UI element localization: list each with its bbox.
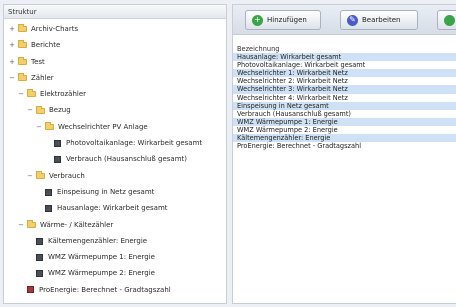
list-row[interactable]: Wechselrichter 4: Wirkarbeit Netz <box>233 94 456 102</box>
list-row[interactable]: Verbrauch (Hausanschluß gesamt) <box>233 110 456 118</box>
tree-node[interactable]: − Verbrauch <box>4 168 226 184</box>
list-header: Bezeichnung <box>237 45 280 53</box>
action-icon <box>444 14 455 26</box>
tree-node-label: Hausanlage: Wirkarbeit gesamt <box>57 204 168 213</box>
tree-node-label: Verbrauch (Hausanschluß gesamt) <box>66 155 188 164</box>
folder-icon <box>18 73 27 82</box>
tree-node[interactable]: ProEnergie: Berechnet - Gradtagszahl <box>4 282 226 298</box>
tree-node-label: Berichte <box>31 41 61 50</box>
counter-icon <box>54 156 61 164</box>
tree-node[interactable]: − Elektrozähler <box>4 86 226 102</box>
edit-button[interactable]: ✎ Bearbeiten <box>340 10 418 30</box>
add-button-label: Hinzufügen <box>267 16 307 24</box>
pencil-icon: ✎ <box>347 14 358 26</box>
folder-icon <box>36 105 45 114</box>
list-row[interactable]: Wechselrichter 2: Wirkarbeit Netz <box>233 77 456 85</box>
collapse-icon[interactable]: − <box>26 102 34 118</box>
tree-node-label: Photovoltaikanlage: Wirkarbeit gesamt <box>66 139 203 148</box>
expand-icon[interactable]: + <box>8 37 16 53</box>
list-row[interactable]: Einspeisung in Netz gesamt <box>233 101 456 110</box>
counter-icon <box>36 270 43 278</box>
tree-node[interactable]: Kältemengenzähler: Energie <box>4 233 226 249</box>
tree-node[interactable]: + Archiv-Charts <box>4 21 226 37</box>
content-panel: + Hinzufügen ✎ Bearbeiten Bezeichnung Ha… <box>232 4 456 304</box>
tree-node[interactable]: WMZ Wärmepumpe 2: Energie <box>4 265 226 281</box>
tree-node[interactable]: + Berichte <box>4 37 226 53</box>
tree-node-label: Archiv-Charts <box>31 25 79 33</box>
more-button[interactable] <box>437 10 456 30</box>
folder-icon <box>18 40 27 49</box>
list-row[interactable]: WMZ Wärmepumpe 2: Energie <box>233 126 456 134</box>
structure-tree: + Archiv-Charts + Berichte + Test − Zähler − Elek… <box>4 19 226 298</box>
tree-node-label: ProEnergie: Berechnet - Gradtagszahl <box>39 285 171 294</box>
counter-icon <box>45 188 52 196</box>
collapse-icon[interactable]: − <box>26 168 34 184</box>
counter-icon <box>54 139 61 147</box>
tree-node-label: Bezug <box>49 106 71 115</box>
collapse-icon[interactable]: − <box>17 86 25 102</box>
folder-icon <box>27 219 36 228</box>
list-row[interactable]: ProEnergie: Berechnet - Gradtagszahl <box>233 142 456 150</box>
tree-node-label: WMZ Wärmepumpe 1: Energie <box>48 253 155 262</box>
tree-node[interactable]: Einspeisung in Netz gesamt <box>4 184 226 200</box>
list-row[interactable]: Hausanlage: Wirkarbeit gesamt <box>233 53 456 62</box>
tree-node-label: WMZ Wärmepumpe 2: Energie <box>48 269 155 278</box>
counter-icon <box>36 237 43 245</box>
list-row[interactable]: Wechselrichter 3: Wirkarbeit Netz <box>233 85 456 94</box>
tree-node[interactable]: − Bezug <box>4 102 226 118</box>
list-row[interactable]: Kältemengenzähler: Energie <box>233 134 456 143</box>
add-button[interactable]: + Hinzufügen <box>245 10 321 30</box>
counter-icon <box>36 253 43 261</box>
tree-node[interactable]: WMZ Wärmepumpe 1: Energie <box>4 249 226 265</box>
folder-icon <box>27 89 36 98</box>
folder-icon <box>36 170 45 179</box>
folder-icon <box>18 56 27 65</box>
list-row[interactable]: Photovoltaikanlage: Wirkarbeit gesamt <box>233 61 456 69</box>
structure-panel: Struktur + Archiv-Charts + Berichte + Test − Zä… <box>3 4 227 304</box>
tree-node-label: Kältemengenzähler: Energie <box>48 236 148 245</box>
list-row[interactable]: Wechselrichter 1: Wirkarbeit Netz <box>233 69 456 78</box>
calculated-counter-icon <box>27 286 34 294</box>
structure-panel-header: Struktur <box>4 5 226 19</box>
tree-node-label: Elektrozähler <box>40 90 87 99</box>
edit-button-label: Bearbeiten <box>362 16 401 24</box>
tree-node[interactable]: − Wechselrichter PV Anlage <box>4 119 226 135</box>
expand-icon[interactable]: + <box>8 54 16 70</box>
expand-icon[interactable]: + <box>8 21 16 37</box>
tree-node[interactable]: Photovoltaikanlage: Wirkarbeit gesamt <box>4 135 226 151</box>
tree-node-label: Zähler <box>31 73 54 82</box>
collapse-icon[interactable]: − <box>17 217 25 233</box>
tree-node[interactable]: Verbrauch (Hausanschluß gesamt) <box>4 151 226 167</box>
tree-node-label: Wärme- / Kältezähler <box>40 220 114 229</box>
tree-node-label: Test <box>31 57 45 66</box>
folder-icon <box>18 24 27 33</box>
tree-node-label: Wechselrichter PV Anlage <box>58 122 148 131</box>
plus-icon: + <box>252 14 263 26</box>
tree-node[interactable]: − Zähler <box>4 70 226 86</box>
list-row[interactable]: WMZ Wärmepumpe 1: Energie <box>233 117 456 126</box>
collapse-icon[interactable]: − <box>8 70 16 86</box>
entries-list: Bezeichnung Hausanlage: Wirkarbeit gesam… <box>233 45 456 150</box>
tree-node-label: Verbrauch <box>49 171 85 180</box>
tree-node[interactable]: − Wärme- / Kältezähler <box>4 217 226 233</box>
folder-icon <box>45 121 54 130</box>
tree-node[interactable]: + Test <box>4 54 226 70</box>
counter-icon <box>45 204 52 212</box>
tree-node[interactable]: Hausanlage: Wirkarbeit gesamt <box>4 200 226 216</box>
collapse-icon[interactable]: − <box>35 119 43 135</box>
toolbar: + Hinzufügen ✎ Bearbeiten <box>233 5 456 35</box>
tree-node-label: Einspeisung in Netz gesamt <box>57 187 155 196</box>
